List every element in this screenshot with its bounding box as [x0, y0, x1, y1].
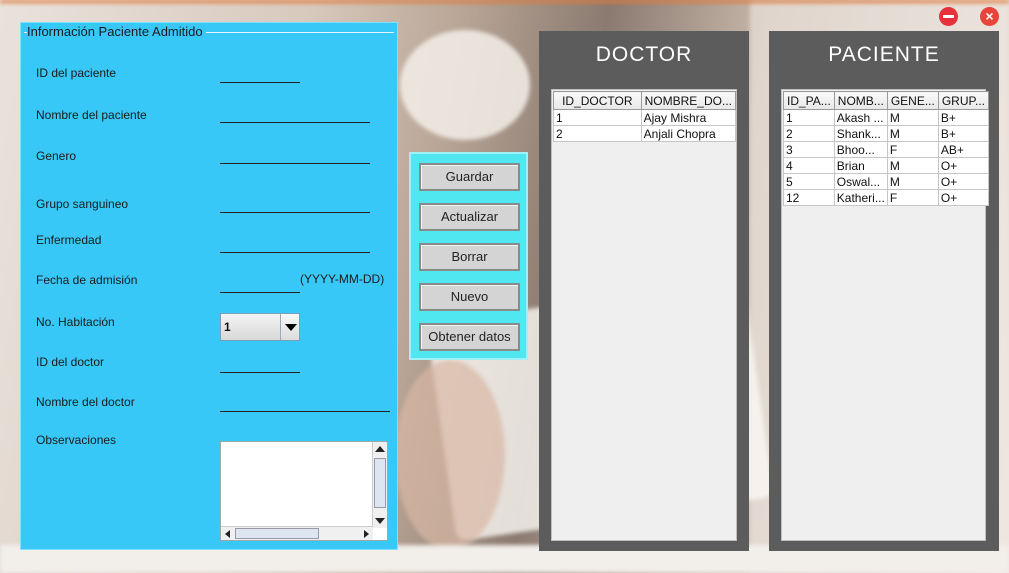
table-cell[interactable]: 1 [783, 109, 835, 126]
doctor-name-field[interactable] [220, 411, 390, 412]
table-cell[interactable]: M [886, 125, 939, 142]
patient-id-field[interactable] [220, 82, 300, 83]
column-header[interactable]: NOMB... [833, 91, 888, 110]
table-cell[interactable]: Oswal... [833, 173, 888, 190]
table-cell[interactable]: AB+ [937, 141, 989, 158]
doctor-table[interactable]: ID_DOCTOR NOMBRE_DO... 1 Ajay Mishra 2 A… [553, 91, 737, 142]
observations-textarea[interactable] [220, 441, 388, 541]
new-button[interactable]: Nuevo [419, 283, 520, 311]
table-cell[interactable]: 5 [783, 173, 835, 190]
table-cell[interactable]: 12 [783, 189, 835, 206]
save-button[interactable]: Guardar [419, 163, 520, 191]
background-photo [395, 360, 505, 550]
table-cell[interactable]: M [886, 173, 939, 190]
doctor-table-panel: DOCTOR ID_DOCTOR NOMBRE_DO... 1 Ajay Mis… [539, 31, 749, 551]
update-button[interactable]: Actualizar [419, 203, 520, 231]
table-cell[interactable]: B+ [937, 109, 989, 126]
room-number-dropdown[interactable]: 1 [220, 313, 300, 341]
delete-button[interactable]: Borrar [419, 243, 520, 271]
table-cell[interactable]: B+ [937, 125, 989, 142]
table-cell[interactable]: Ajay Mishra [640, 109, 737, 126]
table-cell[interactable]: Bhoo... [833, 141, 888, 158]
blood-group-label: Grupo sanguineo [36, 197, 129, 211]
doctor-name-label: Nombre del doctor [36, 395, 135, 409]
chevron-down-icon[interactable] [280, 314, 299, 340]
scroll-left-icon[interactable] [225, 530, 230, 538]
table-cell[interactable]: 3 [783, 141, 835, 158]
table-cell[interactable]: Shank... [833, 125, 888, 142]
table-row[interactable]: 2 Shank... M B+ [783, 125, 989, 142]
doctor-table-area[interactable]: ID_DOCTOR NOMBRE_DO... 1 Ajay Mishra 2 A… [551, 89, 737, 541]
table-cell[interactable]: F [886, 141, 939, 158]
table-row[interactable]: 4 Brian M O+ [783, 157, 989, 174]
table-cell[interactable]: Katheri... [833, 189, 888, 206]
doctor-id-field[interactable] [220, 372, 300, 373]
table-cell[interactable]: O+ [937, 189, 989, 206]
table-cell[interactable]: 2 [553, 125, 642, 142]
patient-table-panel: PACIENTE ID_PA... NOMB... GENE... GRUP..… [769, 31, 999, 551]
top-accent-bar [0, 0, 1009, 3]
table-cell[interactable]: 1 [553, 109, 642, 126]
doctor-table-title: DOCTOR [595, 43, 693, 66]
column-header[interactable]: GRUP... [937, 91, 989, 110]
patient-table-title: PACIENTE [828, 43, 940, 66]
scroll-thumb[interactable] [235, 528, 319, 539]
column-header[interactable]: NOMBRE_DO... [640, 91, 737, 110]
table-row[interactable]: 3 Bhoo... F AB+ [783, 141, 989, 158]
table-row[interactable]: 5 Oswal... M O+ [783, 173, 989, 190]
patient-name-label: Nombre del paciente [36, 108, 147, 122]
table-cell[interactable]: 4 [783, 157, 835, 174]
table-row[interactable]: 1 Ajay Mishra [553, 109, 737, 126]
date-format-hint: (YYYY-MM-DD) [300, 272, 385, 286]
column-header[interactable]: GENE... [886, 91, 939, 110]
patient-info-panel: Información Paciente Admitido ID del pac… [20, 22, 398, 550]
table-cell[interactable]: Anjali Chopra [640, 125, 737, 142]
table-row[interactable]: 2 Anjali Chopra [553, 125, 737, 142]
scroll-right-icon[interactable] [364, 530, 369, 538]
table-cell[interactable]: 2 [783, 125, 835, 142]
table-cell[interactable]: O+ [937, 173, 989, 190]
room-number-label: No. Habitación [36, 315, 115, 329]
vertical-scrollbar[interactable] [372, 442, 387, 528]
table-cell[interactable]: Brian [833, 157, 888, 174]
actions-panel: Guardar Actualizar Borrar Nuevo Obtener … [409, 152, 528, 360]
admission-date-label: Fecha de admisión [36, 273, 138, 287]
doctor-id-label: ID del doctor [36, 355, 105, 369]
table-cell[interactable]: F [886, 189, 939, 206]
observations-label: Observaciones [36, 433, 117, 447]
table-cell[interactable]: M [886, 157, 939, 174]
scroll-up-icon[interactable] [375, 446, 385, 452]
disease-label: Enfermedad [36, 233, 102, 247]
disease-field[interactable] [220, 252, 370, 253]
table-row[interactable]: 1 Akash ... M B+ [783, 109, 989, 126]
close-icon[interactable]: × [980, 7, 999, 26]
get-data-button[interactable]: Obtener datos [419, 323, 520, 351]
patient-table-area[interactable]: ID_PA... NOMB... GENE... GRUP... 1 Akash… [781, 89, 989, 541]
column-header[interactable]: ID_DOCTOR [553, 91, 642, 110]
patient-table[interactable]: ID_PA... NOMB... GENE... GRUP... 1 Akash… [783, 91, 989, 206]
gender-field[interactable] [220, 163, 370, 164]
table-cell[interactable]: M [886, 109, 939, 126]
gender-label: Genero [36, 149, 77, 163]
panel-title: Información Paciente Admitido [27, 24, 206, 39]
patient-id-label: ID del paciente [36, 66, 117, 80]
column-header[interactable]: ID_PA... [783, 91, 835, 110]
scroll-thumb[interactable] [374, 458, 386, 508]
background-photo [400, 30, 530, 140]
scroll-down-icon[interactable] [375, 518, 385, 524]
minimize-icon[interactable] [939, 7, 958, 26]
table-row[interactable]: 12 Katheri... F O+ [783, 189, 989, 206]
table-cell[interactable]: O+ [937, 157, 989, 174]
room-number-value: 1 [224, 320, 231, 334]
admission-date-field[interactable] [220, 292, 300, 293]
table-cell[interactable]: Akash ... [833, 109, 888, 126]
blood-group-field[interactable] [220, 212, 370, 213]
patient-name-field[interactable] [220, 122, 370, 123]
horizontal-scrollbar[interactable] [221, 526, 373, 540]
